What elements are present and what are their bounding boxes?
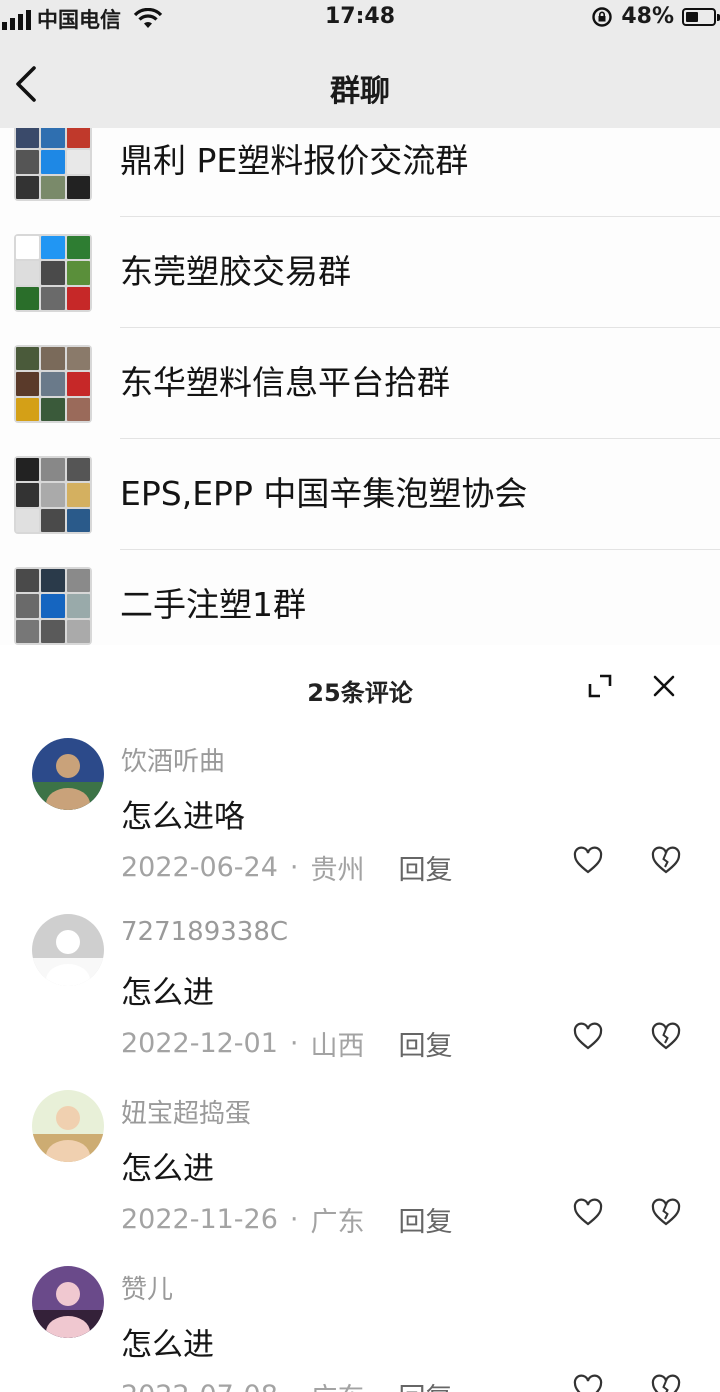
group-avatar: [14, 128, 92, 201]
comment-text: 怎么进: [121, 1327, 214, 1363]
comment-date: 2022-12-01: [121, 1028, 278, 1059]
battery-icon: [682, 7, 720, 26]
group-avatar: [14, 567, 92, 645]
separator-dot: ·: [289, 1028, 299, 1059]
battery-percent: 48%: [621, 4, 674, 29]
comment-location: 广东: [310, 1207, 365, 1238]
comment-item: 727189338C 怎么进 2022-12-01 · 山西 回复: [0, 914, 720, 1090]
group-name: 鼎利 PE塑料报价交流群: [120, 141, 469, 180]
reply-button[interactable]: 回复: [399, 1200, 453, 1239]
comment-location: 贵州: [310, 855, 365, 886]
comment-text: 怎么进: [121, 975, 214, 1011]
comment-location: 山西: [310, 1031, 365, 1062]
group-avatar: [14, 345, 92, 423]
comment-username[interactable]: 赞儿: [121, 1269, 173, 1306]
expand-icon[interactable]: [586, 672, 614, 700]
heart-icon[interactable]: [573, 1198, 603, 1226]
rotation-lock-icon: [592, 6, 613, 27]
avatar[interactable]: [32, 1266, 104, 1338]
broken-heart-icon[interactable]: [651, 1198, 681, 1226]
page-title: 群聊: [330, 74, 390, 109]
comment-item: 饮酒听曲怎么进咯 2022-06-24 · 贵州 回复: [0, 738, 720, 914]
comment-username[interactable]: 妞宝超捣蛋: [121, 1093, 251, 1130]
comment-date: 2022-11-26: [121, 1204, 278, 1235]
group-name: 二手注塑1群: [120, 585, 306, 624]
comment-location: 广东: [311, 1376, 365, 1392]
status-right: 48%: [591, 4, 720, 29]
comment-text: 怎么进咯: [121, 799, 245, 835]
comment-meta: 2022-06-24 · 贵州 回复: [121, 848, 453, 887]
avatar[interactable]: [32, 914, 104, 986]
reply-button[interactable]: 回复: [399, 848, 453, 887]
reply-button[interactable]: 回复: [399, 1376, 453, 1392]
comment-meta: 2022-11-26 · 广东 回复: [121, 1200, 453, 1239]
nav-bar: 群聊: [0, 38, 720, 128]
heart-icon[interactable]: [573, 1374, 603, 1392]
comment-text: 怎么进: [121, 1151, 214, 1187]
reply-button[interactable]: 回复: [399, 1024, 453, 1063]
avatar[interactable]: [32, 738, 104, 810]
broken-heart-icon[interactable]: [651, 1022, 681, 1050]
group-name: 东莞塑胶交易群: [120, 252, 351, 291]
broken-heart-icon[interactable]: [651, 846, 681, 874]
separator-dot: ·: [290, 1380, 299, 1392]
comment-item: 妞宝超捣蛋怎么进 2022-11-26 · 广东 回复: [0, 1090, 720, 1266]
comment-username[interactable]: 727189338C: [121, 917, 288, 947]
comment-meta: 2022-12-01 · 山西 回复: [121, 1024, 453, 1063]
heart-icon[interactable]: [573, 1022, 603, 1050]
battery-level: [686, 11, 698, 22]
status-bar: 中国电信 17:48 48%: [0, 0, 720, 38]
comment-item: 赞儿怎么进 2022-07-08 · 广东 回复: [0, 1266, 720, 1392]
group-name: EPS,EPP 中国辛集泡塑协会: [120, 474, 528, 513]
heart-icon[interactable]: [573, 846, 603, 874]
close-icon[interactable]: [650, 672, 678, 700]
group-chat-list: 鼎利 PE塑料报价交流群 东莞塑胶交易群东华塑料信息平台拾群 EPS,EPP 中国辛…: [0, 128, 720, 645]
group-chat-item[interactable]: 东华塑料信息平台拾群: [0, 328, 720, 439]
group-chat-item[interactable]: EPS,EPP 中国辛集泡塑协会: [0, 439, 720, 550]
group-chat-item[interactable]: 鼎利 PE塑料报价交流群: [0, 128, 720, 217]
comments-sheet: 25条评论 饮酒听曲 怎么进咯 2022-06-24 · 贵州 回复 727189338C 怎…: [0, 645, 720, 1392]
group-avatar: [14, 456, 92, 534]
separator-dot: ·: [289, 852, 299, 883]
comment-username[interactable]: 饮酒听曲: [121, 741, 225, 778]
comment-meta: 2022-07-08 · 广东 回复: [121, 1376, 453, 1392]
comment-date: 2022-07-08: [121, 1380, 278, 1392]
group-chat-item[interactable]: 东莞塑胶交易群: [0, 217, 720, 328]
comment-date: 2022-06-24: [121, 852, 278, 883]
broken-heart-icon[interactable]: [651, 1374, 681, 1392]
avatar[interactable]: [32, 1090, 104, 1162]
group-name: 东华塑料信息平台拾群: [120, 363, 450, 402]
group-avatar: [14, 234, 92, 312]
group-chat-item[interactable]: 二手注塑1群: [0, 550, 720, 645]
separator-dot: ·: [289, 1204, 299, 1235]
